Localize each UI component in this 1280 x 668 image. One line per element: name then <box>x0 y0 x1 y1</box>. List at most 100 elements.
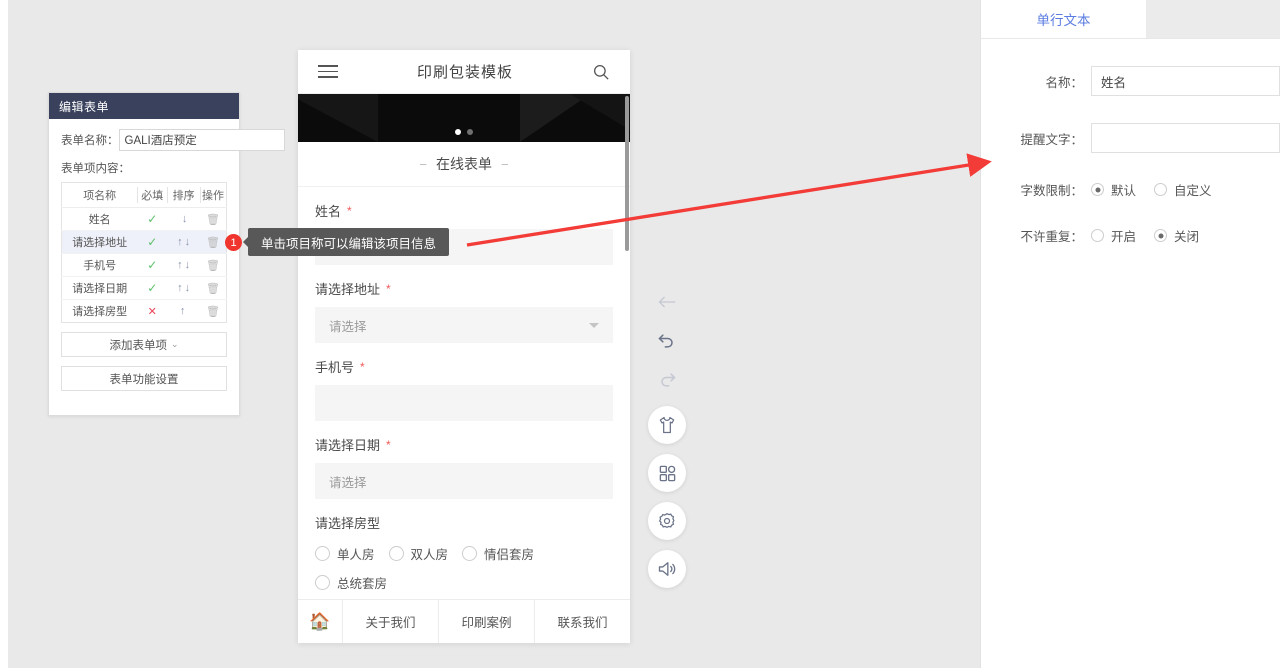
property-placeholder-input[interactable] <box>1091 123 1280 153</box>
nav-about-label: 关于我们 <box>365 616 416 630</box>
radio-option[interactable]: 情侣套房 <box>462 544 534 563</box>
item-name-cell[interactable]: 请选择房型 <box>62 300 138 323</box>
radio-circle-icon[interactable] <box>462 546 478 561</box>
no-duplicate-option-off[interactable]: 关闭 <box>1154 226 1199 245</box>
trash-icon[interactable]: 🗑 <box>206 214 220 226</box>
nav-home-button[interactable]: 🏠 <box>298 600 342 643</box>
check-icon: ✓ <box>147 258 158 272</box>
tshirt-icon[interactable] <box>648 406 686 444</box>
form-name-label: 表单名称： <box>61 135 119 147</box>
item-sort-cell[interactable]: ↓ <box>167 207 201 231</box>
speaker-icon[interactable] <box>648 550 686 588</box>
radio-circle-icon[interactable] <box>1091 229 1104 242</box>
item-sort-cell[interactable]: ↑ ↓ <box>167 253 201 277</box>
item-required-cell[interactable]: ✓ <box>137 276 168 300</box>
table-row[interactable]: 请选择地址 ✓ ↑ ↓ 🗑 <box>61 230 227 254</box>
radio-circle-icon[interactable] <box>315 546 330 561</box>
table-row[interactable]: 姓名 ✓ ↓ 🗑 <box>61 207 227 231</box>
banner-carousel[interactable] <box>298 94 630 142</box>
tab-inactive-area[interactable] <box>1146 0 1280 38</box>
radio-circle-icon[interactable] <box>315 575 330 590</box>
callout-tooltip: 单击项目称可以编辑该项目信息 <box>242 228 450 256</box>
move-up-icon[interactable]: ↑ <box>176 236 184 248</box>
trash-icon[interactable]: 🗑 <box>206 237 220 249</box>
field-roomtype: 请选择房型 单人房 双人房 情侣套房 总统套房 <box>315 513 613 592</box>
redo-icon[interactable] <box>648 364 686 396</box>
item-sort-cell[interactable]: ↑ <box>167 300 200 323</box>
item-name-cell[interactable]: 请选择日期 <box>61 276 138 300</box>
radio-label: 关闭 <box>1174 230 1200 244</box>
property-panel: 单行文本 名称： 提醒文字： 字数限制： 默认 自定义 <box>980 0 1280 668</box>
trash-icon[interactable]: 🗑 <box>206 283 220 295</box>
phone-scrollbar[interactable] <box>625 96 629 251</box>
search-icon[interactable] <box>592 63 610 81</box>
property-panel-body: 名称： 提醒文字： 字数限制： 默认 自定义 不许重复： <box>981 39 1280 245</box>
item-sort-cell[interactable]: ↑ ↓ <box>167 230 201 254</box>
form-name-input[interactable] <box>118 129 285 151</box>
item-required-cell[interactable]: ✕ <box>137 300 167 323</box>
radio-option[interactable]: 双人房 <box>388 544 448 563</box>
table-row[interactable]: 请选择房型 ✕ ↑ 🗑 <box>62 300 227 323</box>
form-settings-button[interactable]: 表单功能设置 <box>61 366 227 391</box>
check-icon: ✓ <box>147 235 158 249</box>
radio-circle-icon[interactable] <box>1154 183 1168 196</box>
move-up-icon[interactable]: ↑ <box>176 259 184 271</box>
move-down-icon[interactable]: ↓ <box>184 282 192 294</box>
field-address-label: 请选择地址 * <box>315 279 613 298</box>
move-down-icon[interactable]: ↓ <box>181 213 189 225</box>
item-name-cell[interactable]: 请选择地址 <box>61 230 138 254</box>
property-panel-tabs: 单行文本 <box>981 0 1280 39</box>
radio-option[interactable]: 单人房 <box>315 544 375 563</box>
back-arrow-icon[interactable] <box>648 286 686 318</box>
add-form-item-button[interactable]: 添加表单项 ⌄ <box>61 332 227 357</box>
item-required-cell[interactable]: ✓ <box>137 207 168 231</box>
gear-icon[interactable] <box>648 502 686 540</box>
move-down-icon[interactable]: ↓ <box>184 259 192 271</box>
nav-about-button[interactable]: 关于我们 <box>342 600 438 643</box>
char-limit-option-default[interactable]: 默认 <box>1091 180 1136 199</box>
no-duplicate-option-on[interactable]: 开启 <box>1091 226 1136 245</box>
property-name-input[interactable] <box>1091 66 1280 96</box>
hamburger-icon[interactable] <box>318 65 338 78</box>
item-actions-cell[interactable]: 🗑 <box>200 253 227 277</box>
field-date-input[interactable]: 请选择 <box>315 463 613 499</box>
trash-icon[interactable]: 🗑 <box>206 306 220 318</box>
radio-circle-icon[interactable] <box>1154 229 1168 242</box>
move-up-icon[interactable]: ↑ <box>179 305 187 317</box>
property-name-label: 名称： <box>1045 75 1083 90</box>
item-name-cell[interactable]: 姓名 <box>61 207 138 231</box>
home-icon: 🏠 <box>309 611 331 631</box>
item-actions-cell[interactable]: 🗑 <box>200 207 227 231</box>
callout-badge: 1 <box>225 234 242 251</box>
column-header-actions: 操作 <box>200 182 227 208</box>
field-phone-input[interactable] <box>315 385 613 421</box>
radio-option[interactable]: 总统套房 <box>315 573 387 592</box>
item-required-cell[interactable]: ✓ <box>137 253 168 277</box>
move-up-icon[interactable]: ↑ <box>176 282 184 294</box>
item-name-cell[interactable]: 手机号 <box>61 253 138 277</box>
carousel-dot-active[interactable] <box>455 129 461 135</box>
radio-label: 自定义 <box>1174 184 1212 198</box>
table-row[interactable]: 请选择日期 ✓ ↑ ↓ 🗑 <box>61 276 227 300</box>
item-sort-cell[interactable]: ↑ ↓ <box>167 276 201 300</box>
table-row[interactable]: 手机号 ✓ ↑ ↓ 🗑 <box>61 253 227 277</box>
field-address-select[interactable]: 请选择 <box>315 307 613 343</box>
tab-single-line-text[interactable]: 单行文本 <box>981 0 1146 38</box>
radio-circle-icon[interactable] <box>388 546 404 561</box>
move-down-icon[interactable]: ↓ <box>184 236 192 248</box>
undo-icon[interactable] <box>648 325 686 357</box>
item-required-cell[interactable]: ✓ <box>137 230 168 254</box>
item-actions-cell[interactable]: 🗑 <box>200 300 226 323</box>
cross-icon: ✕ <box>147 305 157 318</box>
nav-contact-button[interactable]: 联系我们 <box>534 600 630 643</box>
nav-cases-button[interactable]: 印刷案例 <box>438 600 534 643</box>
char-limit-option-custom[interactable]: 自定义 <box>1154 180 1212 199</box>
item-actions-cell[interactable]: 🗑 <box>200 276 227 300</box>
grid-apps-icon[interactable] <box>648 454 686 492</box>
nav-contact-label: 联系我们 <box>557 616 608 630</box>
item-actions-cell[interactable]: 🗑 <box>200 230 227 254</box>
carousel-dot[interactable] <box>467 129 473 135</box>
radio-circle-icon[interactable] <box>1091 183 1104 196</box>
carousel-dots[interactable] <box>298 129 630 135</box>
trash-icon[interactable]: 🗑 <box>206 260 220 272</box>
